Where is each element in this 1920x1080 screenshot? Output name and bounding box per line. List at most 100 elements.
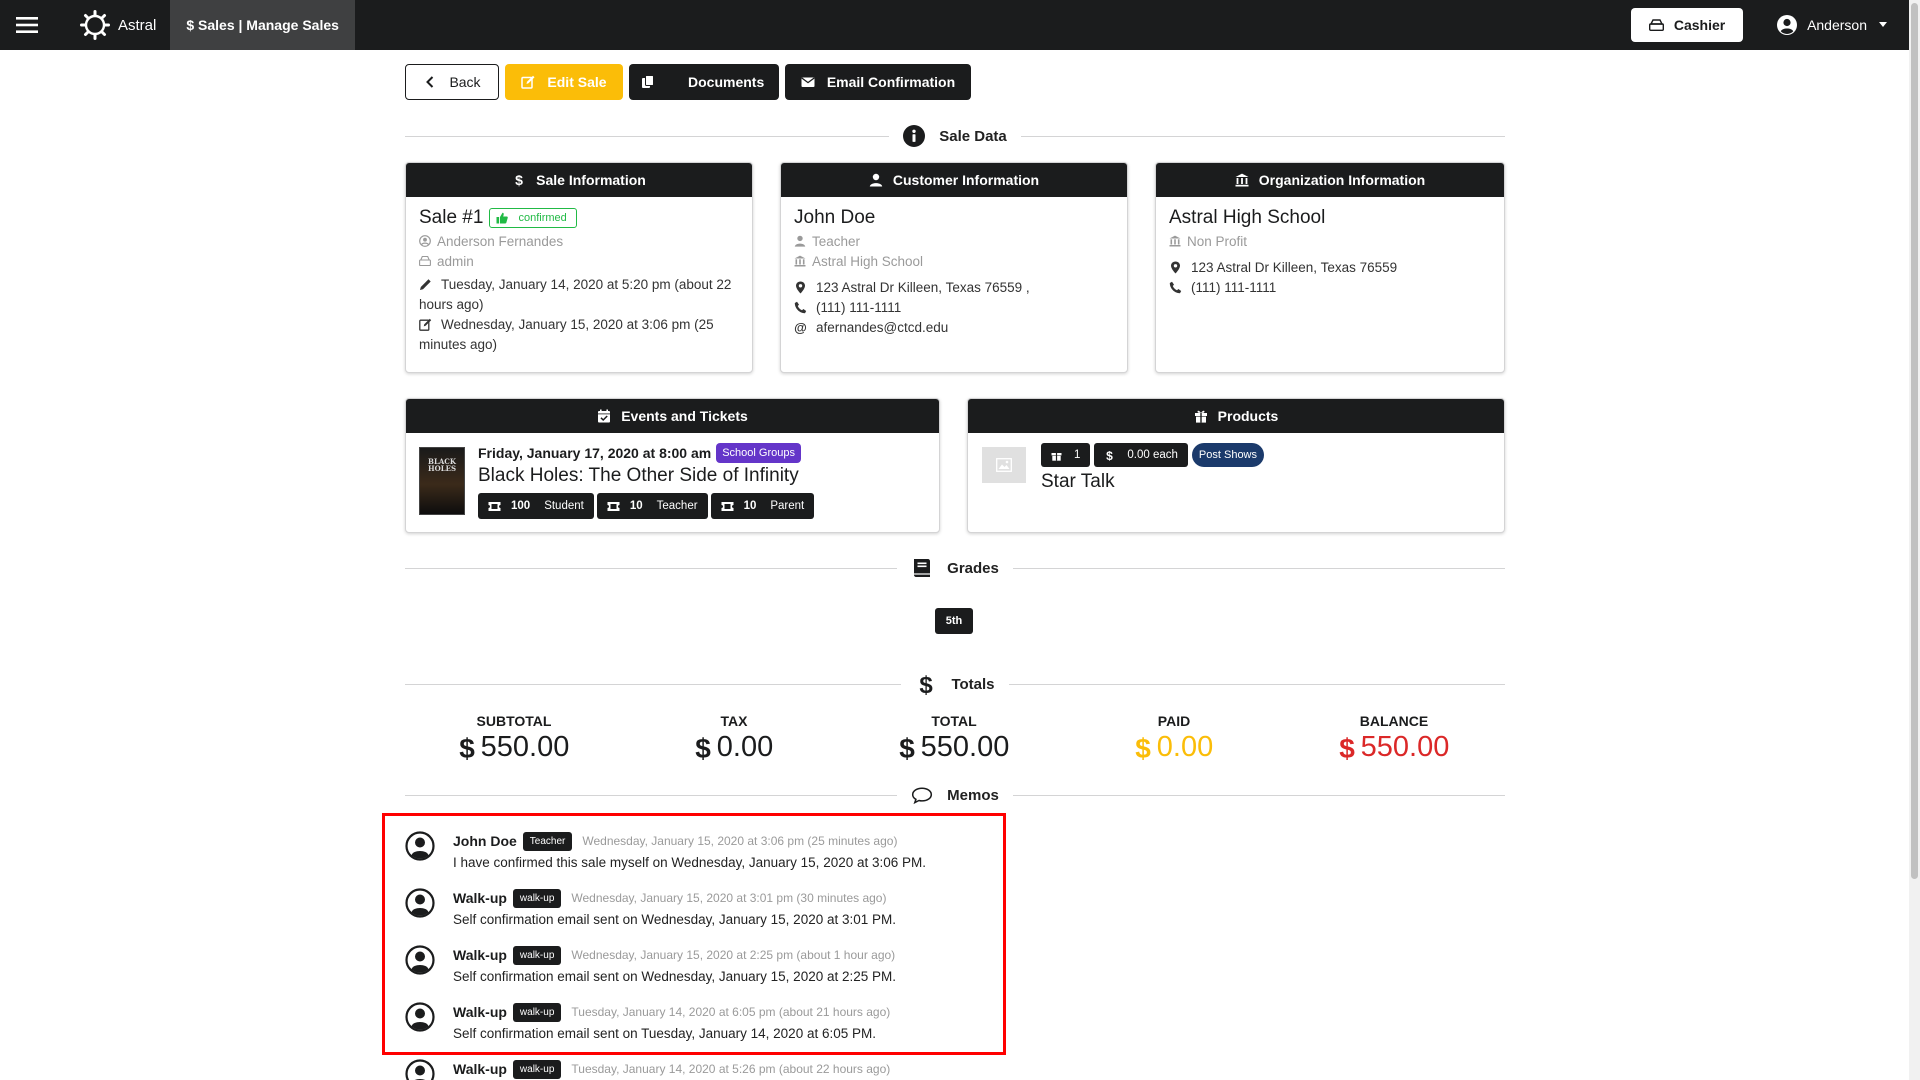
paid-value: 0.00 [1156,731,1214,763]
organization-phone-row: (111) 111-1111 [1169,277,1491,297]
event-date-row: Friday, January 17, 2020 at 8:00 am Scho… [478,443,801,463]
user-circle-icon [1777,15,1798,35]
memo-author[interactable]: John Doe [453,833,517,849]
organization-phone[interactable]: (111) 111-1111 [1191,280,1276,295]
memo-text: Self confirmation email sent on Tuesday,… [453,1026,876,1041]
balance-value: 550.00 [1360,731,1450,763]
sale-data-divider: Sale Data [405,125,1506,147]
nav-tab-manage-sales[interactable]: $ Sales | Manage Sales [170,0,355,50]
memo-timestamp: Wednesday, January 15, 2020 at 3:06 pm (… [582,834,898,848]
comment-icon [912,787,933,805]
documents-button[interactable]: Documents [629,64,779,100]
memo-item: John Doe Teacher Wednesday, January 15, … [405,831,1305,881]
page-scrollbar[interactable] [1909,0,1920,1080]
memo-text: Self confirmation email sent on Wednesda… [453,969,897,984]
role-name: admin [437,253,474,269]
event-category-badge: School Groups [716,443,801,463]
subtotal-stat: SUBTOTAL $ 550.00 [424,713,604,764]
chevron-left-icon [426,76,434,88]
total-label: TOTAL [931,713,977,729]
ticket-icon [607,501,620,511]
customer-email[interactable]: afernandes@ctcd.edu [816,320,948,335]
sale-title-row: Sale #1 confirmed [419,205,739,231]
customer-phone-row: (111) 111-1111 [794,297,1114,317]
cash-register-icon [419,255,431,267]
organization-name[interactable]: Astral High School [1169,205,1491,231]
memo-author-tag: walk-up [512,888,562,908]
customer-name[interactable]: John Doe [794,205,1114,231]
user-circle-icon [419,235,431,247]
ticket-badge: 10 Teacher [596,493,708,519]
product-quantity-tag: 1 [1041,443,1091,467]
products-header: Products [968,399,1504,433]
brand-name: Astral [118,16,157,34]
memo-author[interactable]: Walk-up [453,890,507,906]
subtotal-label: SUBTOTAL [476,713,552,729]
cashier-button[interactable]: Cashier [1631,8,1744,42]
user-name: Anderson [1807,17,1867,33]
brand-link[interactable]: Astral [54,0,170,50]
edit-icon [419,318,432,331]
memo-author[interactable]: Walk-up [453,947,507,963]
event-poster-image[interactable]: BLACK HOLES [419,447,465,515]
sale-number: Sale #1 [419,207,484,228]
event-date: Friday, January 17, 2020 at 8:00 am [478,445,712,461]
salesperson-row: Anderson Fernandes [419,231,739,251]
grades-heading: Grades [947,559,999,577]
memo-item: Walk-up walk-up Wednesday, January 15, 2… [405,945,1305,995]
event-title[interactable]: Black Holes: The Other Side of Infinity [478,465,799,487]
email-confirmation-button[interactable]: Email Confirmation [785,64,971,100]
customer-information-card: Customer Information John Doe Teacher As… [780,162,1128,373]
image-icon [996,458,1012,472]
ticket-type: Student [544,500,584,512]
sale-information-title: Sale Information [536,172,646,188]
back-button[interactable]: Back [405,64,499,100]
edit-sale-button[interactable]: Edit Sale [505,64,623,100]
product-tags: 1 $ 0.00 each Post Shows [1041,443,1265,467]
grade-badge: 5th [935,608,973,634]
customer-role-row: Teacher [794,231,1114,251]
ticket-list: 100 Student 10 Teacher 10 Parent [478,493,817,519]
dollar-icon: $ [920,673,934,695]
user-circle-icon [405,1002,435,1032]
memo-item: Walk-up walk-up Tuesday, January 14, 202… [405,1002,1305,1052]
user-icon [869,173,883,187]
memo-author[interactable]: Walk-up [453,1004,507,1020]
menu-toggle[interactable] [0,0,54,50]
map-marker-icon [1171,261,1180,273]
organization-type-row: Non Profit [1169,231,1491,251]
created-row: Tuesday, January 14, 2020 at 5:20 pm (ab… [419,275,739,315]
svg-text:$: $ [459,735,475,761]
organization-address-row: 123 Astral Dr Killeen, Texas 76559 [1169,257,1491,277]
calendar-check-icon [598,409,611,423]
ticket-type: Teacher [656,500,698,512]
memo-timestamp: Wednesday, January 15, 2020 at 3:01 pm (… [571,891,887,905]
tax-value-row: $ 0.00 [644,731,824,764]
sale-information-card: $ Sale Information Sale #1 confirmed And… [405,162,753,373]
organization-information-header: Organization Information [1156,163,1504,197]
customer-role: Teacher [812,233,861,249]
memo-item: Walk-up walk-up Wednesday, January 15, 2… [405,888,1305,938]
user-circle-icon [405,831,435,861]
paid-label: PAID [1157,713,1191,729]
subtotal-value-row: $ 550.00 [424,731,604,764]
sale-information-header: $ Sale Information [406,163,752,197]
top-navbar: Astral $ Sales | Manage Sales Cashier An… [0,0,1909,50]
memo-author-tag: walk-up [512,1002,562,1022]
events-tickets-title: Events and Tickets [621,408,748,424]
user-menu[interactable]: Anderson [1777,15,1887,35]
memo-text: Self confirmation email sent on Wednesda… [453,912,897,927]
dollar-icon: $ [899,735,915,761]
sale-data-heading: Sale Data [939,127,1007,145]
memo-author[interactable]: Walk-up [453,1061,507,1077]
svg-text:$: $ [899,735,915,761]
created-date: Tuesday, January 14, 2020 at 5:20 pm (ab… [419,277,732,312]
product-name[interactable]: Star Talk [1041,471,1115,493]
cashier-label: Cashier [1673,17,1726,33]
customer-phone[interactable]: (111) 111-1111 [816,300,901,315]
scrollbar-thumb[interactable] [1911,3,1918,879]
customer-org-row: Astral High School [794,251,1114,271]
info-circle-icon [903,125,926,147]
at-icon: @ [794,321,807,334]
organization-information-title: Organization Information [1258,172,1426,188]
